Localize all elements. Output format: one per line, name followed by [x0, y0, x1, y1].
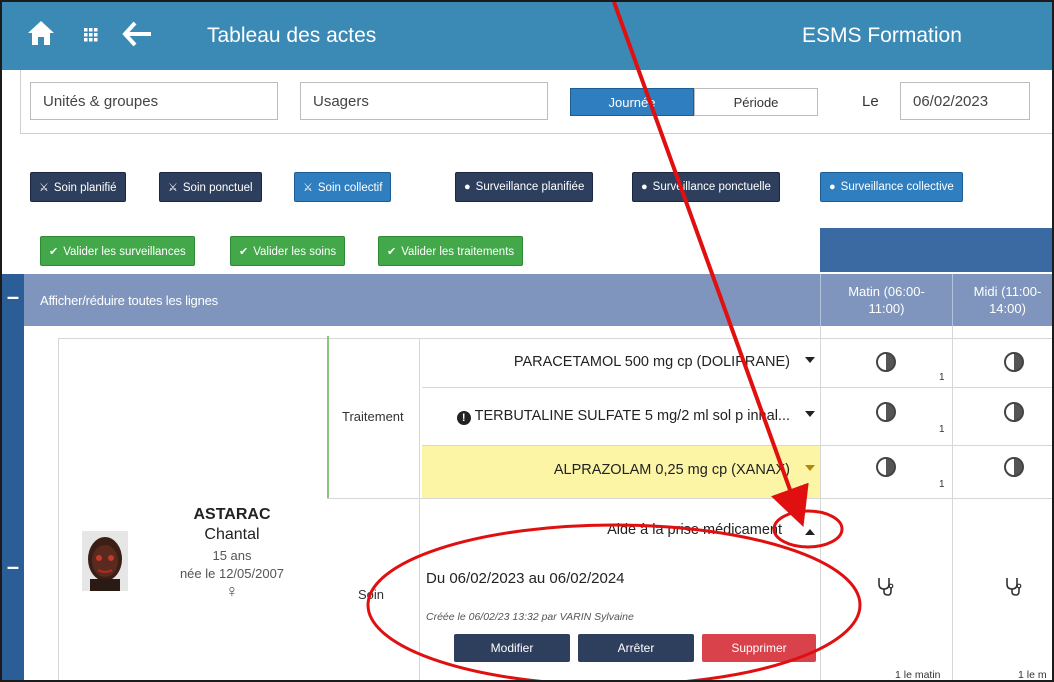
stop-button[interactable]: Arrêter	[578, 634, 694, 662]
female-icon: ♀	[225, 581, 239, 601]
surveillance-ponctuelle-button[interactable]: ● Surveillance ponctuelle	[632, 172, 780, 202]
chevron-down-icon[interactable]	[805, 411, 815, 417]
treatment-name: ALPRAZOLAM 0,25 mg cp (XANAX)	[553, 462, 790, 478]
thermometer-icon: ●	[641, 181, 648, 193]
frequency-midi: 1 le m	[1018, 669, 1047, 681]
surveillance-collective-button[interactable]: ● Surveillance collective	[820, 172, 963, 202]
validate-surveillances-label: Valider les surveillances	[63, 246, 186, 258]
soin-period: Du 06/02/2023 au 06/02/2024	[426, 570, 625, 587]
treatment-row[interactable]: ! TERBUTALINE SULFATE 5 mg/2 ml sol p inh…	[422, 392, 820, 442]
patient-avatar	[82, 531, 128, 591]
divider	[58, 338, 59, 680]
divider	[820, 326, 821, 680]
alert-icon: !	[456, 411, 471, 425]
column-midi-line2: 14:00)	[989, 301, 1026, 316]
dose-count: 1	[939, 424, 945, 435]
half-dose-icon[interactable]	[876, 402, 896, 422]
patient-photo	[82, 531, 128, 591]
treatment-row[interactable]: ALPRAZOLAM 0,25 mg cp (XANAX)	[422, 446, 820, 498]
divider	[952, 326, 953, 680]
dose-count: 1	[939, 372, 945, 383]
row-collapse-strip: –	[2, 326, 24, 680]
apps-grid-icon[interactable]	[84, 28, 98, 42]
mode-period-toggle[interactable]: Période	[694, 88, 818, 116]
treatment-name-wrap: ! TERBUTALINE SULFATE 5 mg/2 ml sol p inh…	[456, 408, 790, 425]
category-soin: Soin	[358, 587, 385, 602]
soin-ponctuel-label: Soin ponctuel	[182, 182, 253, 194]
treatment-row[interactable]: PARACETAMOL 500 mg cp (DOLIPRANE)	[422, 338, 820, 388]
chevron-down-icon[interactable]	[805, 465, 815, 471]
users-field[interactable]: Usagers	[300, 82, 548, 120]
half-dose-icon[interactable]	[876, 457, 896, 477]
date-input[interactable]: 06/02/2023	[900, 82, 1030, 120]
soin-collectif-label: Soin collectif	[317, 182, 383, 194]
patient-first-name: Chantal	[204, 526, 260, 543]
soin-planifie-button[interactable]: ⚔ Soin planifié	[30, 172, 126, 202]
organization-name: ESMS Formation	[802, 24, 962, 47]
stethoscope-icon: ⚔	[39, 182, 49, 194]
half-dose-icon[interactable]	[876, 352, 896, 372]
category-divider	[327, 336, 329, 498]
app-window: Tableau des actes ESMS Formation Unités …	[0, 0, 1054, 682]
check-icon: ✔	[239, 246, 249, 258]
divider	[327, 498, 1052, 499]
validate-traitements-label: Valider les traitements	[401, 246, 515, 258]
dose-count: 1	[939, 479, 945, 490]
divider	[419, 338, 420, 680]
modify-button[interactable]: Modifier	[454, 634, 570, 662]
frequency-matin: 1 le matin	[895, 669, 941, 681]
timeline-header-band	[820, 228, 1052, 272]
soin-created: Créée le 06/02/23 13:32 par VARIN Sylvai…	[426, 611, 634, 623]
soin-collectif-button[interactable]: ⚔ Soin collectif	[294, 172, 392, 202]
top-bar: Tableau des actes ESMS Formation	[2, 2, 1052, 70]
half-dose-icon[interactable]	[1004, 352, 1024, 372]
delete-button[interactable]: Supprimer	[702, 634, 816, 662]
column-midi: Midi (11:00- 14:00)	[952, 274, 1052, 326]
surveillance-collective-label: Surveillance collective	[840, 181, 954, 193]
treatment-name: PARACETAMOL 500 mg cp (DOLIPRANE)	[513, 354, 790, 370]
stethoscope-icon[interactable]	[1004, 576, 1022, 596]
surveillance-planifiee-button[interactable]: ● Surveillance planifiée	[455, 172, 594, 202]
mode-day-toggle[interactable]: Journée	[570, 88, 694, 116]
half-dose-icon[interactable]	[1004, 402, 1024, 422]
thermometer-icon: ●	[829, 181, 836, 193]
patient-age: 15 ans	[212, 548, 252, 563]
home-icon[interactable]	[26, 18, 56, 48]
chevron-down-icon[interactable]	[805, 357, 815, 363]
date-label: Le	[862, 93, 879, 110]
patient-last-name: ASTARAC	[193, 506, 271, 523]
soin-name[interactable]: Aide à la prise médicament	[562, 522, 822, 538]
patient-birthdate: née le 12/05/2007	[179, 566, 285, 581]
toggle-all-rows-label[interactable]: Afficher/réduire toutes les lignes	[40, 293, 218, 308]
stethoscope-icon[interactable]	[876, 576, 894, 596]
stethoscope-icon: ⚔	[168, 182, 178, 194]
thermometer-icon: ●	[464, 181, 471, 193]
collapse-all-button[interactable]: –	[2, 274, 24, 326]
collapse-row-button[interactable]: –	[2, 554, 24, 580]
check-icon: ✔	[49, 246, 59, 258]
check-icon: ✔	[387, 246, 397, 258]
page-title: Tableau des actes	[207, 24, 377, 47]
surveillance-planifiee-label: Surveillance planifiée	[475, 181, 585, 193]
column-matin: Matin (06:00- 11:00)	[820, 274, 952, 326]
table-header-row: – Afficher/réduire toutes les lignes Mat…	[2, 274, 1052, 326]
validate-traitements-button[interactable]: ✔ Valider les traitements	[378, 236, 524, 266]
column-matin-line1: Matin (06:00-	[848, 284, 925, 299]
patient-card[interactable]: ASTARAC Chantal 15 ans née le 12/05/2007…	[152, 506, 312, 602]
category-traitement: Traitement	[342, 409, 404, 424]
soin-ponctuel-button[interactable]: ⚔ Soin ponctuel	[159, 172, 262, 202]
column-midi-line1: Midi (11:00-	[973, 284, 1042, 299]
treatment-name: TERBUTALINE SULFATE 5 mg/2 ml sol p inha…	[474, 408, 790, 424]
column-matin-line2: 11:00)	[868, 301, 905, 316]
soin-planifie-label: Soin planifié	[53, 182, 117, 194]
validate-soins-label: Valider les soins	[253, 246, 337, 258]
back-arrow-icon[interactable]	[122, 20, 152, 48]
stethoscope-icon: ⚔	[303, 182, 313, 194]
units-groups-field[interactable]: Unités & groupes	[30, 82, 278, 120]
surveillance-ponctuelle-label: Surveillance ponctuelle	[652, 181, 771, 193]
validate-surveillances-button[interactable]: ✔ Valider les surveillances	[40, 236, 195, 266]
chevron-up-icon[interactable]	[805, 529, 815, 535]
half-dose-icon[interactable]	[1004, 457, 1024, 477]
validate-soins-button[interactable]: ✔ Valider les soins	[230, 236, 346, 266]
